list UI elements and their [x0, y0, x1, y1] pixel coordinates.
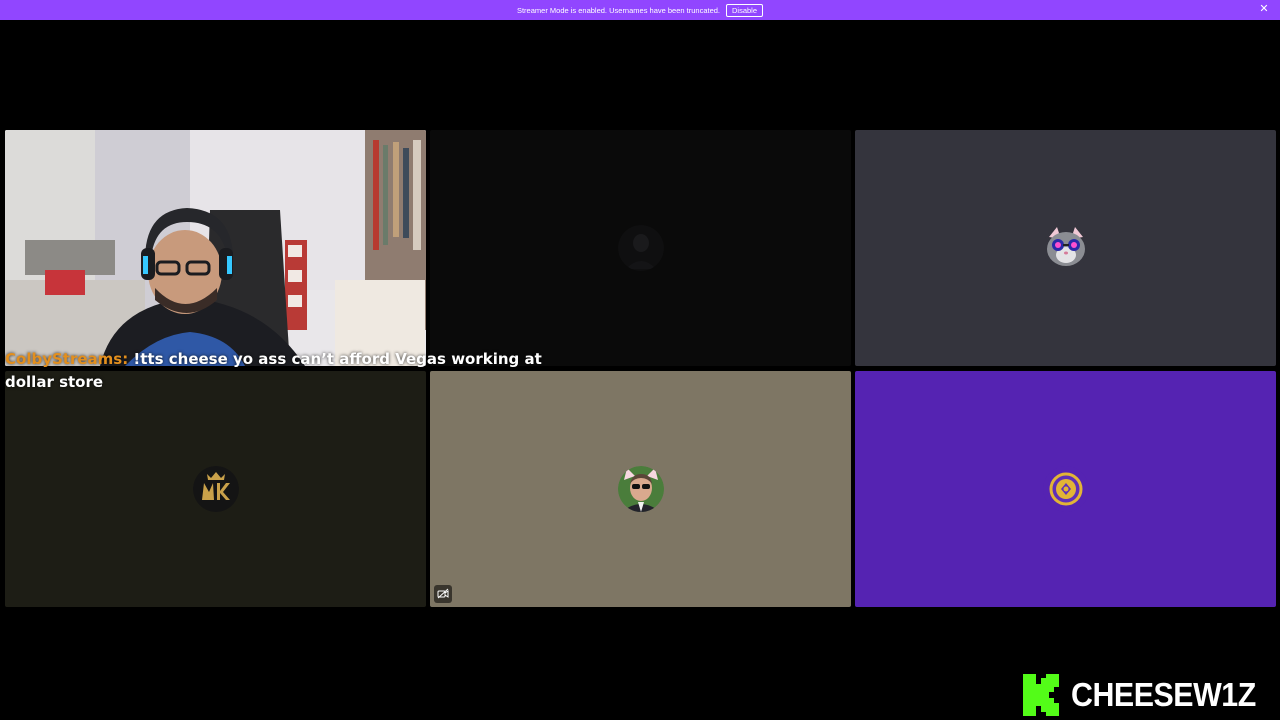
chat-username: ColbyStreams:	[5, 350, 129, 368]
tts-chat-message: ColbyStreams: !tts cheese yo ass can’t a…	[5, 348, 545, 394]
channel-name: CHEESEW1Z	[1071, 676, 1256, 713]
webcam-scene	[5, 130, 426, 366]
participant-tile-6[interactable]	[855, 371, 1276, 607]
participant-tile-3[interactable]	[855, 130, 1276, 366]
channel-branding: CHEESEW1Z	[1023, 674, 1272, 716]
streamer-mode-message: Streamer Mode is enabled. Usernames have…	[516, 5, 720, 15]
participant-tile-5[interactable]	[430, 371, 851, 607]
webcam-feed-tile[interactable]	[5, 130, 426, 366]
cat-with-sunglasses-icon	[1042, 225, 1089, 271]
close-icon[interactable]: ✕	[1258, 3, 1270, 15]
gold-token-icon	[1042, 466, 1089, 512]
dark-avatar	[617, 225, 664, 271]
camera-off-icon[interactable]	[434, 585, 452, 603]
participant-tile-4[interactable]	[5, 371, 426, 607]
streamer-mode-banner: Streamer Mode is enabled. Usernames have…	[0, 0, 1280, 20]
participant-tile-2[interactable]	[430, 130, 851, 366]
disable-streamer-mode-button[interactable]: Disable	[726, 3, 764, 17]
mk-logo-icon	[192, 466, 239, 512]
kick-logo-icon	[1023, 674, 1060, 716]
man-with-cat-ears-icon	[617, 466, 664, 512]
